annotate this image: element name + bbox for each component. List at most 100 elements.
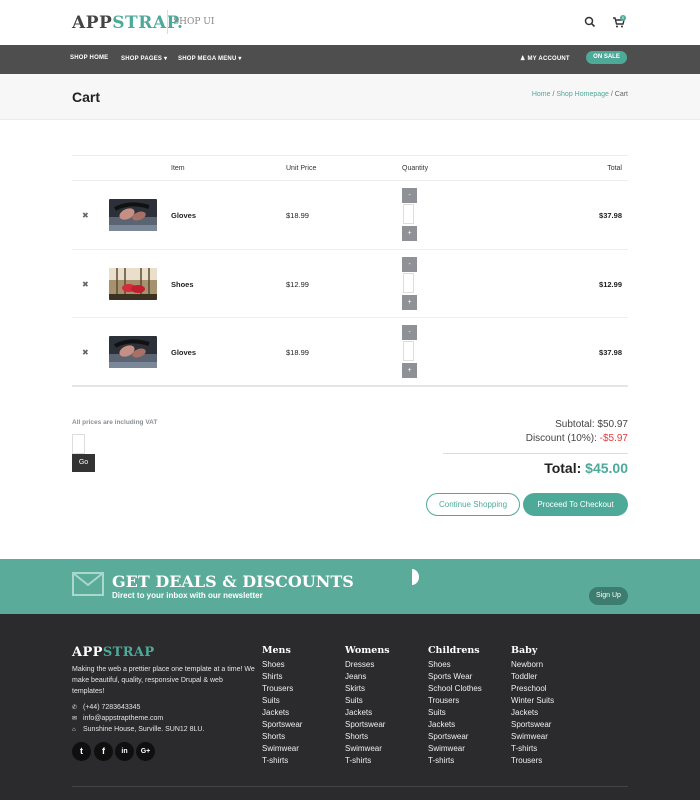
breadcrumb-home[interactable]: Home bbox=[532, 91, 551, 98]
footer-link[interactable]: Suits bbox=[345, 695, 390, 707]
footer-link[interactable]: Sportswear bbox=[262, 719, 302, 731]
table-row: ✖ Gloves $18.99 - + $37.98 bbox=[72, 318, 628, 387]
quantity-input[interactable] bbox=[403, 204, 414, 224]
coupon-input[interactable] bbox=[72, 434, 85, 454]
twitter-icon[interactable]: t bbox=[72, 742, 91, 761]
footer-link[interactable]: Suits bbox=[428, 707, 482, 719]
footer-link[interactable]: Shoes bbox=[428, 659, 482, 671]
facebook-icon[interactable]: f bbox=[94, 742, 113, 761]
unit-price: $18.99 bbox=[286, 211, 309, 220]
linkedin-icon[interactable]: in bbox=[115, 742, 134, 761]
footer-link[interactable]: Newborn bbox=[511, 659, 554, 671]
footer-link[interactable]: School Clothes bbox=[428, 683, 482, 695]
footer-link[interactable]: Jeans bbox=[345, 671, 390, 683]
footer-link[interactable]: Swimwear bbox=[345, 743, 390, 755]
page-title: Cart bbox=[72, 89, 101, 105]
newsletter-email-input[interactable] bbox=[405, 569, 419, 585]
quantity-minus-button[interactable]: - bbox=[402, 256, 417, 272]
footer-link[interactable]: Winter Suits bbox=[511, 695, 554, 707]
footer-link[interactable]: Trousers bbox=[262, 683, 302, 695]
breadcrumb-shop-homepage[interactable]: Shop Homepage bbox=[556, 91, 609, 98]
footer-column-heading: Baby bbox=[511, 645, 538, 656]
unit-price: $12.99 bbox=[286, 279, 309, 289]
footer-logo[interactable]: APPSTRAP bbox=[72, 645, 155, 660]
quantity-plus-button[interactable]: + bbox=[402, 226, 417, 241]
newsletter-subheading: Direct to your inbox with our newsletter bbox=[112, 591, 263, 600]
footer-link[interactable]: Trousers bbox=[511, 755, 554, 767]
footer-link[interactable]: Swimwear bbox=[262, 743, 302, 755]
footer-link[interactable]: Jackets bbox=[262, 707, 302, 719]
subtotal: Subtotal: $50.97 bbox=[555, 419, 628, 430]
quantity-input[interactable] bbox=[403, 341, 414, 361]
footer-column-mens: Mens Shoes Shirts Trousers Suits Jackets… bbox=[262, 645, 302, 767]
footer-link[interactable]: Sports Wear bbox=[428, 671, 482, 683]
product-name[interactable]: Gloves bbox=[171, 211, 196, 220]
footer-link[interactable]: Skirts bbox=[345, 683, 390, 695]
footer-link[interactable]: Toddler bbox=[511, 671, 554, 683]
row-total: $12.99 bbox=[599, 279, 622, 289]
total-label: Total: bbox=[544, 460, 582, 476]
footer-link[interactable]: T-shirts bbox=[511, 743, 554, 755]
product-image-shoes[interactable] bbox=[109, 267, 157, 300]
footer-link[interactable]: Trousers bbox=[428, 695, 482, 707]
unit-price: $18.99 bbox=[286, 348, 309, 357]
remove-icon[interactable]: ✖ bbox=[82, 280, 89, 289]
quantity-minus-button[interactable]: - bbox=[402, 325, 417, 340]
quantity-plus-button[interactable]: + bbox=[402, 363, 417, 378]
footer-link[interactable]: Sportswear bbox=[511, 719, 554, 731]
footer-link[interactable]: Shorts bbox=[262, 731, 302, 743]
nav-shop-pages[interactable]: SHOP PAGES ▾ bbox=[121, 55, 167, 62]
footer-link[interactable]: Suits bbox=[262, 695, 302, 707]
vat-note: All prices are including VAT bbox=[72, 419, 158, 426]
footer-email[interactable]: ✉ info@appstraptheme.com bbox=[72, 715, 163, 722]
footer-link[interactable]: Shoes bbox=[262, 659, 302, 671]
quantity-input[interactable] bbox=[403, 272, 414, 293]
footer-link[interactable]: Shirts bbox=[262, 671, 302, 683]
site-header: APPSTRAP. SHOP UI 0 bbox=[0, 0, 700, 45]
continue-shopping-button[interactable]: Continue Shopping bbox=[426, 493, 520, 516]
footer-link[interactable]: Swimwear bbox=[428, 743, 482, 755]
row-total: $37.98 bbox=[599, 348, 622, 357]
search-icon[interactable] bbox=[583, 15, 597, 29]
product-image-gloves[interactable] bbox=[109, 336, 157, 368]
footer-link[interactable]: T-shirts bbox=[345, 755, 390, 767]
footer-phone: ✆ (+44) 7283643345 bbox=[72, 704, 140, 711]
product-image-gloves[interactable] bbox=[109, 199, 157, 231]
sign-up-button[interactable]: Sign Up bbox=[589, 587, 628, 605]
footer-link[interactable]: T-shirts bbox=[428, 755, 482, 767]
footer-link[interactable]: Dresses bbox=[345, 659, 390, 671]
quantity-minus-button[interactable]: - bbox=[402, 188, 417, 203]
quantity-plus-button[interactable]: + bbox=[402, 294, 417, 310]
my-account-link[interactable]: ♟ MY ACCOUNT bbox=[520, 55, 570, 62]
footer-link[interactable]: Shorts bbox=[345, 731, 390, 743]
proceed-to-checkout-button[interactable]: Proceed To Checkout bbox=[523, 493, 628, 516]
footer-link[interactable]: Sportswear bbox=[345, 719, 390, 731]
newsletter-banner: GET DEALS & DISCOUNTS Direct to your inb… bbox=[0, 559, 700, 614]
on-sale-button[interactable]: ON SALE bbox=[586, 51, 627, 64]
nav-shop-home[interactable]: SHOP HOME bbox=[70, 55, 108, 61]
table-row: ✖ Gloves $18.99 - + $37.98 bbox=[72, 181, 628, 250]
col-item: Item bbox=[171, 165, 185, 172]
remove-icon[interactable]: ✖ bbox=[82, 211, 89, 220]
remove-icon[interactable]: ✖ bbox=[82, 348, 89, 357]
mail-icon: ✉ bbox=[72, 716, 78, 722]
footer-link[interactable]: Preschool bbox=[511, 683, 554, 695]
footer-link[interactable]: Swimwear bbox=[511, 731, 554, 743]
go-button[interactable]: Go bbox=[72, 454, 95, 472]
discount: Discount (10%): -$5.97 bbox=[526, 433, 628, 444]
product-name[interactable]: Gloves bbox=[171, 348, 196, 357]
subtotal-value: $50.97 bbox=[597, 419, 628, 430]
footer-link[interactable]: Jackets bbox=[345, 707, 390, 719]
phone-icon: ✆ bbox=[72, 705, 78, 711]
newsletter-heading: GET DEALS & DISCOUNTS bbox=[112, 572, 354, 591]
footer-column-womens: Womens Dresses Jeans Skirts Suits Jacket… bbox=[345, 645, 390, 767]
footer-link[interactable]: Jackets bbox=[511, 707, 554, 719]
product-name[interactable]: Shoes bbox=[171, 280, 194, 289]
footer-link[interactable]: T-shirts bbox=[262, 755, 302, 767]
footer-link[interactable]: Jackets bbox=[428, 719, 482, 731]
google-plus-icon[interactable]: G+ bbox=[136, 742, 155, 761]
cart-count-badge: 0 bbox=[620, 15, 626, 21]
row-total: $37.98 bbox=[599, 211, 622, 220]
nav-shop-mega-menu[interactable]: SHOP MEGA MENU ▾ bbox=[178, 55, 242, 62]
footer-link[interactable]: Sportswear bbox=[428, 731, 482, 743]
